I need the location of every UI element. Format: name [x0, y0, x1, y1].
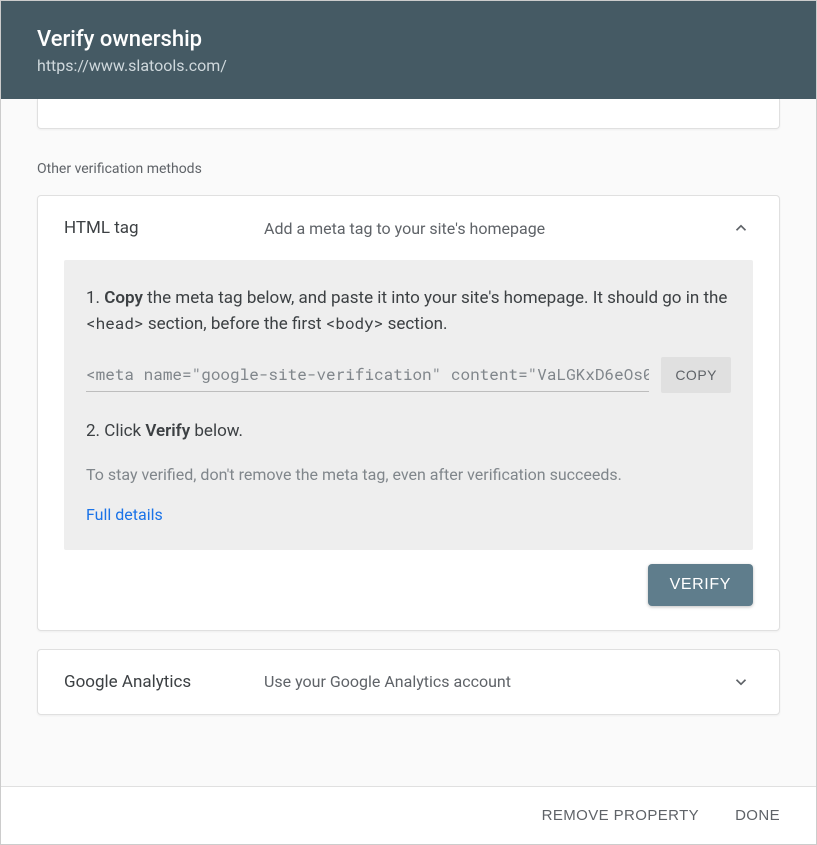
dialog-content[interactable]: Other verification methods HTML tag Add … [1, 99, 816, 786]
full-details-link[interactable]: Full details [86, 505, 163, 524]
step-1: 1. Copy the meta tag below, and paste it… [86, 286, 731, 337]
dialog-header: Verify ownership https://www.slatools.co… [1, 1, 816, 99]
verify-button[interactable]: VERIFY [648, 564, 753, 606]
step-1-text-a: the meta tag below, and paste it into yo… [143, 288, 727, 308]
dialog-footer: REMOVE PROPERTY DONE [1, 786, 816, 844]
chevron-down-icon [729, 670, 753, 694]
instructions-box: 1. Copy the meta tag below, and paste it… [64, 260, 753, 550]
verify-ownership-dialog: Verify ownership https://www.slatools.co… [0, 0, 817, 845]
step-1-text-b: section, before the first [144, 314, 326, 334]
previous-card-edge [37, 99, 780, 129]
step-1-text-c: section. [383, 314, 447, 334]
step-1-body-tag: <body> [326, 313, 384, 334]
property-url: https://www.slatools.com/ [37, 56, 780, 75]
step-2-bold: Verify [145, 421, 190, 441]
remove-property-button[interactable]: REMOVE PROPERTY [542, 807, 699, 824]
meta-tag-row: COPY [86, 357, 731, 393]
done-button[interactable]: DONE [735, 807, 780, 824]
method-header-google-analytics[interactable]: Google Analytics Use your Google Analyti… [38, 650, 779, 714]
method-body-html-tag: 1. Copy the meta tag below, and paste it… [38, 260, 779, 630]
method-desc: Use your Google Analytics account [264, 672, 729, 691]
step-2: 2. Click Verify below. [86, 419, 731, 445]
persistence-note: To stay verified, don't remove the meta … [86, 463, 731, 487]
method-name: Google Analytics [64, 672, 264, 692]
method-header-html-tag[interactable]: HTML tag Add a meta tag to your site's h… [38, 196, 779, 260]
method-name: HTML tag [64, 218, 264, 238]
step-1-head-tag: <head> [86, 313, 144, 334]
step-2-text-b: below. [190, 421, 243, 441]
method-card-html-tag: HTML tag Add a meta tag to your site's h… [37, 195, 780, 631]
other-methods-label: Other verification methods [37, 161, 780, 177]
step-2-text-a: 2. Click [86, 421, 145, 441]
copy-button[interactable]: COPY [661, 357, 731, 393]
method-card-google-analytics: Google Analytics Use your Google Analyti… [37, 649, 780, 715]
step-1-number: 1. [86, 288, 104, 308]
verify-row: VERIFY [64, 564, 753, 606]
dialog-title: Verify ownership [37, 27, 780, 52]
method-desc: Add a meta tag to your site's homepage [264, 219, 729, 238]
chevron-up-icon [729, 216, 753, 240]
meta-tag-input[interactable] [86, 358, 649, 392]
step-1-bold: Copy [104, 288, 143, 308]
